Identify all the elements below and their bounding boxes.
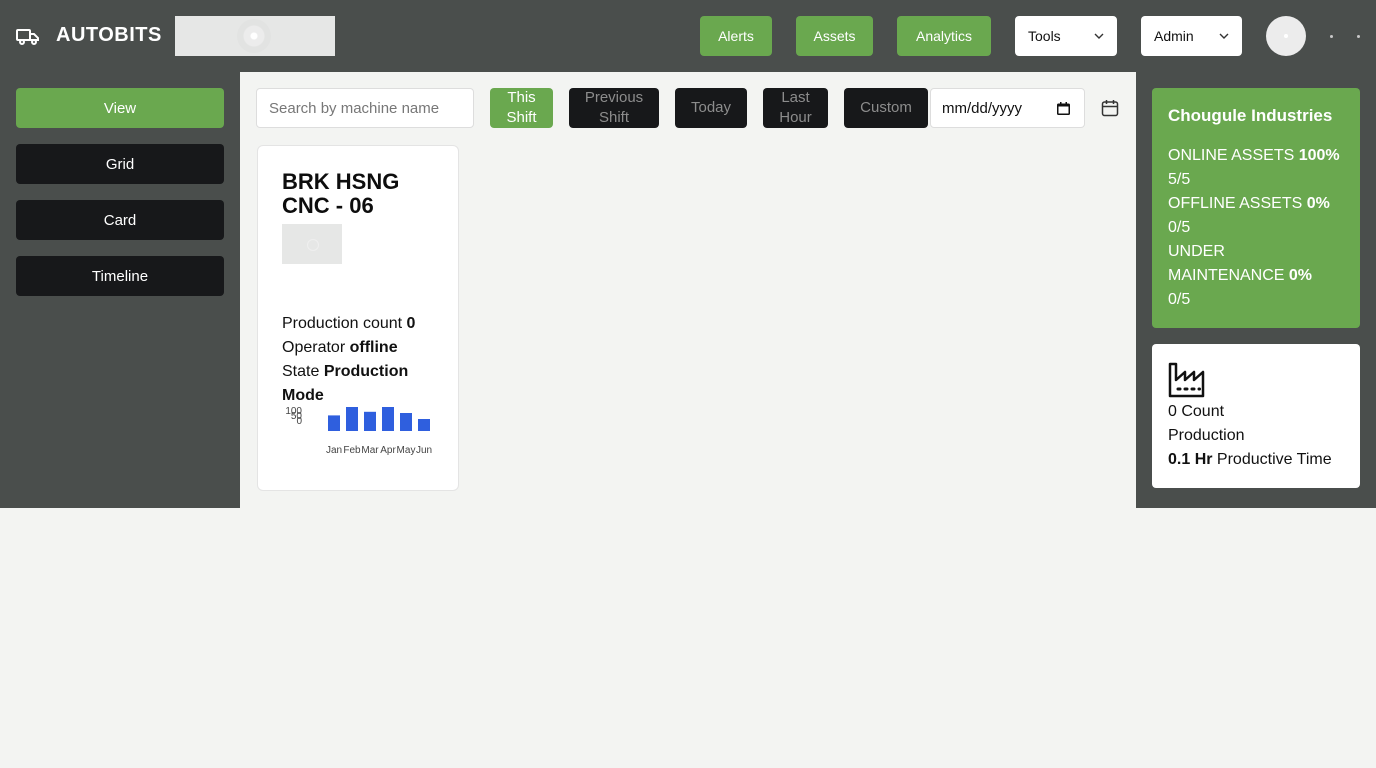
calendar-icon[interactable] <box>1057 102 1070 115</box>
user-dropdown[interactable]: Admin <box>1141 16 1242 56</box>
operator-status: Operator offline <box>282 336 452 360</box>
productive-time-value: 0.1 Hr <box>1168 451 1213 468</box>
sidebar-item-view[interactable]: View <box>16 88 224 128</box>
production-count-value: 0 <box>406 315 416 332</box>
date-input[interactable]: mm/dd/yyyy <box>930 88 1085 128</box>
search-input[interactable] <box>256 88 474 128</box>
asset-summary-card: Chougule Industries ONLINE ASSETS 100% 5… <box>1152 88 1360 328</box>
chart-bar <box>364 411 376 431</box>
machine-state: State Production Mode <box>282 360 452 408</box>
sidebar-item-timeline[interactable]: Timeline <box>16 256 224 296</box>
online-assets-pct: 100% <box>1298 147 1340 164</box>
top-header: AUTOBITS Alerts Assets Analytics Tools A… <box>0 0 1376 72</box>
online-assets-ratio: 5/5 <box>1168 171 1191 188</box>
alerts-button[interactable]: Alerts <box>700 16 772 56</box>
machine-title: BRK HSNG CNC - 06 <box>282 169 400 218</box>
chart-x-tick: Jun <box>416 445 432 456</box>
left-sidebar: View Grid Card Timeline <box>0 72 240 508</box>
sidebar-item-grid[interactable]: Grid <box>16 144 224 184</box>
offline-assets-label: OFFLINE ASSETS <box>1168 195 1303 212</box>
company-name: Chougule Industries <box>1168 106 1333 125</box>
maintenance-pct: 0% <box>1288 267 1313 284</box>
tools-dropdown[interactable]: Tools <box>1015 16 1117 56</box>
chart-x-tick: Apr <box>380 445 396 456</box>
analytics-button[interactable]: Analytics <box>897 16 991 56</box>
online-assets: ONLINE ASSETS 100% <box>1168 144 1353 168</box>
production-count: Production count 0 <box>282 312 452 336</box>
chart-bar <box>400 413 412 431</box>
chart-x-tick: Feb <box>343 445 361 456</box>
truck-icon <box>16 29 39 45</box>
machine-card[interactable]: BRK HSNG CNC - 06 Production count 0 Ope… <box>257 145 459 491</box>
chevron-down-icon <box>1219 33 1229 39</box>
user-dropdown-label: Admin <box>1154 28 1194 44</box>
chevron-down-icon <box>1094 33 1104 39</box>
production-count-label: Production count <box>282 315 403 332</box>
calendar-icon[interactable] <box>1101 99 1119 117</box>
maintenance-label-line1: UNDER <box>1168 243 1225 260</box>
state-label: State <box>282 363 320 380</box>
brand-name[interactable]: AUTOBITS <box>56 24 162 47</box>
assets-button[interactable]: Assets <box>796 16 873 56</box>
offline-assets-pct: 0% <box>1306 195 1330 212</box>
production-summary-card: 0 Count Production 0.1 Hr Productive Tim… <box>1152 344 1360 488</box>
operator-label: Operator <box>282 339 346 356</box>
chart-bar <box>328 415 340 431</box>
offline-assets: OFFLINE ASSETS 0% <box>1168 192 1353 216</box>
machine-image <box>282 224 342 264</box>
menu-dot-icon <box>1330 35 1333 38</box>
date-input-value: mm/dd/yyyy <box>942 99 1023 117</box>
previous-shift-button[interactable]: Previous Shift <box>569 88 659 128</box>
tools-dropdown-label: Tools <box>1028 28 1061 44</box>
production-count-total: 0 Count <box>1168 403 1225 420</box>
avatar[interactable] <box>1266 16 1306 56</box>
maintenance-ratio: 0/5 <box>1168 291 1191 308</box>
menu-dot-icon[interactable] <box>1357 35 1360 38</box>
custom-button[interactable]: Custom <box>844 88 928 128</box>
offline-assets-ratio: 0/5 <box>1168 219 1191 236</box>
operator-value: offline <box>349 339 398 356</box>
productive-time: 0.1 Hr Productive Time <box>1168 448 1332 472</box>
online-assets-label: ONLINE ASSETS <box>1168 147 1295 164</box>
sidebar-item-card[interactable]: Card <box>16 200 224 240</box>
production-label: Production <box>1168 427 1245 444</box>
maintenance-assets: MAINTENANCE 0% <box>1168 264 1353 288</box>
chart-bar <box>382 407 394 431</box>
chart-y-tick: 0 <box>296 416 302 427</box>
chart-x-tick: May <box>397 445 416 456</box>
chart-x-tick: Jan <box>326 445 342 456</box>
chart-x-tick: Mar <box>361 445 379 456</box>
last-hour-button[interactable]: Last Hour <box>763 88 828 128</box>
company-logo <box>175 16 335 56</box>
today-button[interactable]: Today <box>675 88 747 128</box>
chart-bar <box>418 419 430 431</box>
this-shift-button[interactable]: This Shift <box>490 88 553 128</box>
production-bar-chart: 100500Jan Feb Mar Apr May Jun <box>285 406 432 456</box>
productive-time-label: Productive Time <box>1216 451 1332 468</box>
chart-bar <box>346 407 358 431</box>
factory-icon <box>1168 362 1205 398</box>
maintenance-label-line2: MAINTENANCE <box>1168 267 1285 284</box>
